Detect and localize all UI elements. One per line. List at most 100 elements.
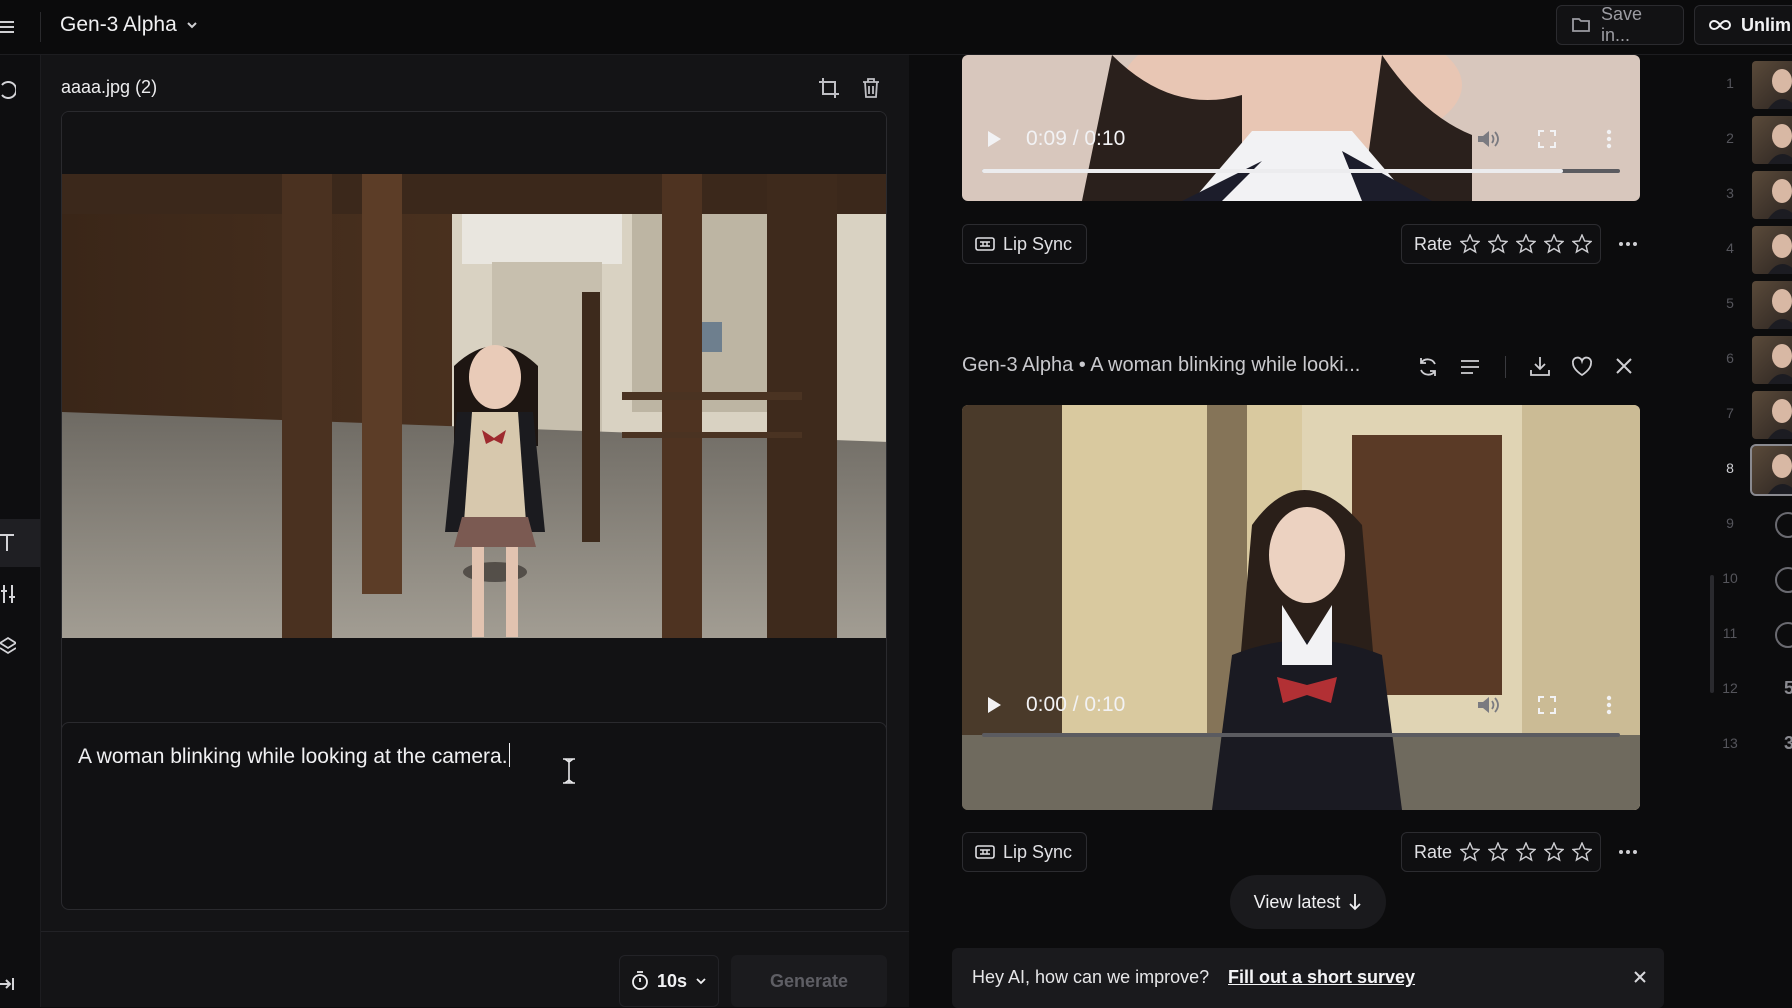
volume-icon[interactable] xyxy=(1476,695,1500,715)
video-progress-2[interactable] xyxy=(982,733,1620,737)
rating-control-2[interactable]: Rate xyxy=(1401,832,1601,872)
prompt-textarea[interactable]: A woman blinking while looking at the ca… xyxy=(61,722,887,910)
duration-selector[interactable]: 10s xyxy=(619,955,719,1007)
save-in-button[interactable]: Save in... xyxy=(1556,4,1684,45)
model-selector[interactable]: Gen-3 Alpha xyxy=(60,13,199,37)
layers-icon[interactable] xyxy=(0,635,22,657)
star-icon[interactable] xyxy=(1516,842,1537,862)
timeline-number: 1 xyxy=(1726,75,1734,91)
timeline-number: 4 xyxy=(1726,240,1734,256)
close-icon[interactable] xyxy=(1613,355,1635,377)
unlimited-plan-button[interactable]: Unlimit xyxy=(1694,5,1792,45)
infinity-icon xyxy=(1709,18,1731,32)
ellipsis-icon[interactable] xyxy=(1617,233,1639,255)
video-player-2[interactable]: 0:00 / 0:10 xyxy=(962,405,1640,810)
undo-icon[interactable] xyxy=(0,79,22,101)
heart-icon[interactable] xyxy=(1571,355,1593,377)
timeline-number: 9 xyxy=(1726,515,1734,531)
menu-icon[interactable] xyxy=(0,17,18,37)
timeline-placeholder-label: 5 xyxy=(1784,678,1792,698)
trash-icon[interactable] xyxy=(860,77,882,99)
volume-icon[interactable] xyxy=(1476,129,1500,149)
input-panel: aaaa.jpg (2) A woman blinking while look… xyxy=(41,55,909,1007)
folder-icon xyxy=(1571,16,1591,34)
video-progress-fill-1 xyxy=(982,169,1563,173)
star-icon[interactable] xyxy=(1488,234,1509,254)
timeline-placeholder[interactable] xyxy=(1752,611,1792,659)
rate-label: Rate xyxy=(1414,233,1453,254)
survey-link[interactable]: Fill out a short survey xyxy=(1228,967,1415,988)
view-latest-button[interactable]: View latest xyxy=(1230,875,1386,929)
video-time-2: 0:00 / 0:10 xyxy=(1026,693,1126,716)
timeline-number: 6 xyxy=(1726,350,1734,366)
results-feed: 0:09 / 0:10 Lip Sync Rate Gen-3 Alpha • … xyxy=(909,55,1709,1008)
video-controls-1: 0:09 / 0:10 xyxy=(962,109,1640,169)
star-icon[interactable] xyxy=(1488,842,1509,862)
timeline-thumbnail[interactable] xyxy=(1750,444,1792,496)
lip-sync-icon xyxy=(975,844,995,860)
timeline-placeholder[interactable] xyxy=(1752,501,1792,549)
timeline-scrollbar[interactable] xyxy=(1710,575,1714,693)
input-image xyxy=(62,112,886,754)
lip-sync-button-1[interactable]: Lip Sync xyxy=(962,224,1087,264)
kebab-icon[interactable] xyxy=(1606,695,1612,715)
kebab-icon[interactable] xyxy=(1606,129,1612,149)
close-icon[interactable] xyxy=(1631,968,1649,986)
arrow-down-icon xyxy=(1348,893,1362,911)
star-icon[interactable] xyxy=(1460,842,1481,862)
view-latest-label: View latest xyxy=(1253,891,1341,912)
sliders-icon[interactable] xyxy=(0,583,22,605)
star-icon[interactable] xyxy=(1544,234,1565,254)
video-player-1[interactable]: 0:09 / 0:10 xyxy=(962,55,1640,201)
collapse-icon[interactable] xyxy=(0,973,22,995)
timeline-thumbnail[interactable] xyxy=(1752,171,1792,219)
rating-control-1[interactable]: Rate xyxy=(1401,224,1601,264)
save-in-label: Save in... xyxy=(1601,4,1643,45)
model-title: Gen-3 Alpha xyxy=(60,13,177,36)
timeline-placeholder[interactable] xyxy=(1752,556,1792,604)
video-progress-1[interactable] xyxy=(982,169,1620,173)
star-icon[interactable] xyxy=(1544,842,1565,862)
lip-sync-label: Lip Sync xyxy=(1003,233,1073,254)
crop-icon[interactable] xyxy=(818,77,840,99)
timeline-thumbnail[interactable] xyxy=(1752,336,1792,384)
timeline-number: 13 xyxy=(1722,735,1738,751)
list-icon[interactable] xyxy=(1459,356,1481,378)
star-icon[interactable] xyxy=(1572,842,1593,862)
timeline-thumbnail[interactable] xyxy=(1752,61,1792,109)
input-image-frame[interactable] xyxy=(61,111,887,755)
star-icon[interactable] xyxy=(1572,234,1593,254)
star-icon[interactable] xyxy=(1516,234,1537,254)
lip-sync-button-2[interactable]: Lip Sync xyxy=(962,832,1087,872)
left-rail xyxy=(0,55,41,1007)
duration-label: 10s xyxy=(656,970,688,991)
timeline-number: 7 xyxy=(1726,405,1734,421)
survey-banner: Hey AI, how can we improve? Fill out a s… xyxy=(952,948,1664,1008)
plan-label: Unlimit xyxy=(1741,14,1792,35)
text-caret xyxy=(508,743,510,767)
download-icon[interactable] xyxy=(1529,355,1551,377)
timeline-thumbnail[interactable] xyxy=(1752,116,1792,164)
file-name: aaaa.jpg (2) xyxy=(61,77,158,97)
fullscreen-icon[interactable] xyxy=(1538,696,1556,714)
text-icon[interactable] xyxy=(0,532,22,554)
ellipsis-icon[interactable] xyxy=(1617,841,1639,863)
star-icon[interactable] xyxy=(1460,234,1481,254)
video-controls-2: 0:00 / 0:10 xyxy=(962,675,1640,735)
play-icon[interactable] xyxy=(986,130,1002,148)
play-icon[interactable] xyxy=(986,696,1002,714)
top-bar: Gen-3 Alpha Save in... Unlimit xyxy=(0,0,1792,55)
timeline-number: 3 xyxy=(1726,185,1734,201)
video-frame-2 xyxy=(962,405,1640,810)
timeline-thumbnail[interactable] xyxy=(1752,391,1792,439)
prompt-text: A woman blinking while looking at the ca… xyxy=(78,745,508,768)
refresh-icon[interactable] xyxy=(1417,356,1439,378)
timeline-number: 8 xyxy=(1726,460,1734,476)
timeline-thumbnail[interactable] xyxy=(1752,226,1792,274)
fullscreen-icon[interactable] xyxy=(1538,130,1556,148)
timeline-thumbnail[interactable] xyxy=(1752,281,1792,329)
prompt-text-wrapper: A woman blinking while looking at the ca… xyxy=(78,743,510,769)
generate-button[interactable]: Generate xyxy=(731,955,887,1007)
survey-question: Hey AI, how can we improve? xyxy=(972,967,1210,987)
timeline-number: 5 xyxy=(1726,295,1734,311)
